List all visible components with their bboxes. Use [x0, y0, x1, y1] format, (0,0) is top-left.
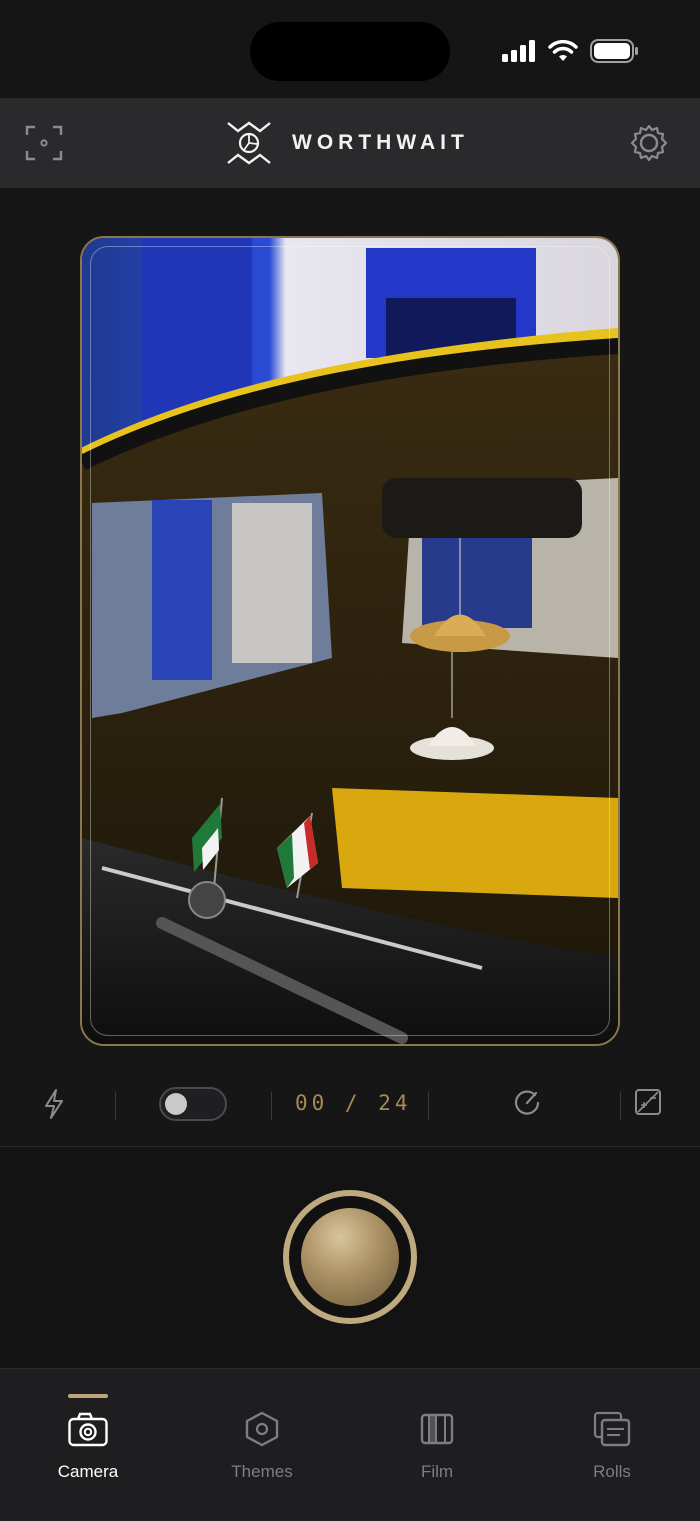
control-divider — [271, 1092, 272, 1120]
dynamic-island — [250, 22, 450, 81]
rolls-stack-icon — [593, 1411, 631, 1447]
lightning-icon — [45, 1089, 63, 1119]
mode-toggle[interactable] — [159, 1087, 227, 1121]
wifi-icon — [548, 40, 578, 61]
tab-themes[interactable]: Themes — [202, 1369, 322, 1489]
hexagon-icon — [245, 1411, 279, 1447]
battery-icon — [590, 39, 638, 63]
status-icons — [502, 38, 638, 64]
tab-film[interactable]: Film — [377, 1369, 497, 1489]
signal-bars-icon — [502, 40, 535, 62]
worthwait-logo-icon — [227, 121, 271, 165]
active-tab-indicator — [68, 1394, 108, 1398]
toggle-knob — [165, 1093, 187, 1115]
flash-button[interactable] — [42, 1088, 66, 1125]
camera-controls: 00 / 24 — [0, 1070, 700, 1140]
camera-viewfinder[interactable] — [80, 236, 620, 1046]
tab-rolls[interactable]: Rolls — [552, 1369, 672, 1489]
focus-frame-button[interactable] — [24, 124, 64, 162]
control-divider — [428, 1092, 429, 1120]
exposure-button[interactable] — [634, 1088, 662, 1121]
brand-logo: WORTHWAIT — [226, 118, 469, 168]
app-header: WORTHWAIT — [0, 98, 700, 188]
tab-label: Themes — [231, 1462, 293, 1481]
tab-label: Film — [420, 1462, 454, 1481]
shutter-button-core — [301, 1208, 399, 1306]
brand-name: WORTHWAIT — [292, 131, 469, 154]
tab-bar: Camera Themes Film Rolls — [0, 1368, 700, 1521]
timer-dial-icon — [514, 1090, 540, 1115]
shot-counter: 00 / 24 — [295, 1091, 412, 1115]
tab-label: Rolls — [593, 1462, 631, 1481]
film-icon — [420, 1413, 454, 1445]
shutter-area — [0, 1147, 700, 1368]
shutter-button[interactable] — [283, 1190, 417, 1324]
camera-icon — [68, 1412, 108, 1447]
control-divider — [620, 1092, 621, 1120]
control-divider — [115, 1092, 116, 1120]
status-bar — [0, 0, 700, 98]
tab-label: Camera — [57, 1462, 119, 1481]
focus-frame-icon — [25, 125, 63, 161]
tab-camera[interactable]: Camera — [28, 1369, 148, 1489]
settings-button[interactable] — [630, 124, 668, 162]
exposure-compensation-icon — [635, 1089, 661, 1115]
gear-icon — [630, 124, 668, 162]
timer-button[interactable] — [512, 1088, 542, 1123]
viewfinder-photo — [82, 238, 618, 1044]
